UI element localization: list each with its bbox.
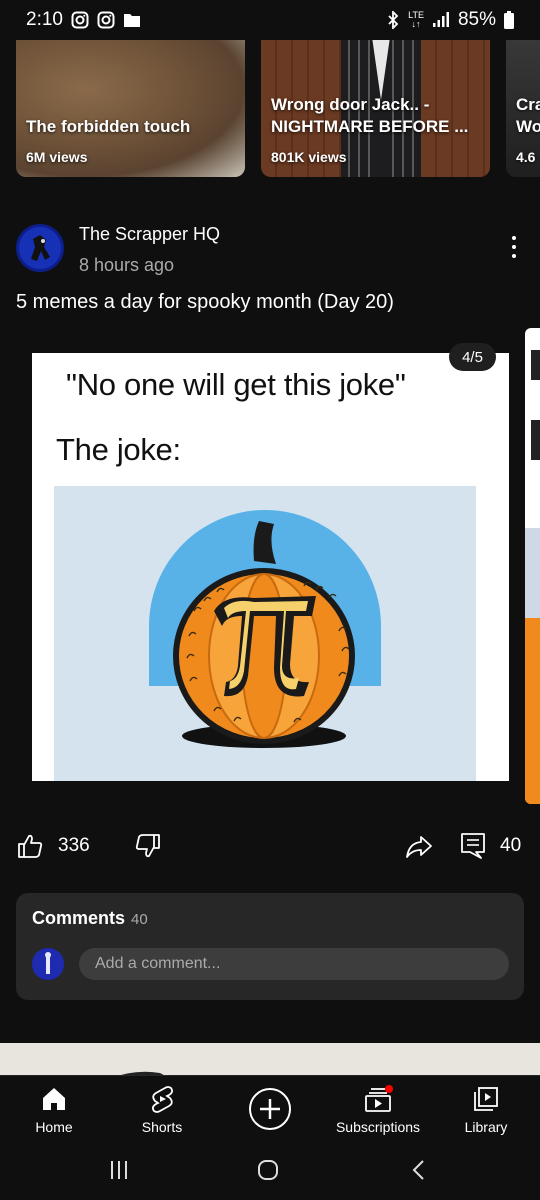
avatar-figure [32,948,64,980]
post-image[interactable]: "No one will get this joke" The joke: [32,353,509,781]
back-icon [412,1160,424,1180]
meme-picture-panel [54,486,476,781]
nav-home[interactable]: Home [10,1076,98,1144]
nav-label: Home [35,1119,73,1135]
meme-caption: "No one will get this joke" [66,367,406,402]
channel-name[interactable]: The Scrapper HQ [79,224,220,245]
preview-fragment [531,350,540,380]
video-views: 6M views [26,149,88,165]
channel-avatar[interactable] [16,224,64,272]
status-right: LTE ↓↑ 85% [386,9,514,31]
video-shelf: The forbidden touch 6M views Wrong door … [0,30,540,178]
status-time: 2:10 [26,9,63,30]
video-card[interactable]: Cra Wo 4.6 [506,30,540,177]
comments-section[interactable]: Comments 40 Add a comment... [16,893,524,1000]
next-image-preview[interactable] [525,328,540,804]
video-title-line: NIGHTMARE BEFORE ... [271,117,469,136]
pi-pumpkin-image [149,510,381,748]
folder-icon [123,12,141,28]
recent-apps-button[interactable] [102,1153,136,1187]
more-options-icon[interactable] [502,232,526,262]
battery-icon [504,11,514,29]
preview-fragment [531,420,540,460]
library-icon [474,1087,498,1111]
image-counter: 4/5 [449,343,496,371]
home-system-button[interactable] [251,1153,285,1187]
nav-label: Subscriptions [335,1119,421,1135]
comment-count: 40 [500,835,522,856]
nav-label: Library [464,1119,508,1135]
share-button[interactable] [405,826,433,866]
video-title-line: Wo [516,117,540,136]
bottom-navigation: Home Shorts Subscriptions Library [0,1075,540,1143]
thumbs-up-icon [18,834,43,858]
video-views: 801K views [271,149,347,165]
home-icon [43,1088,65,1110]
post-text: 5 memes a day for spooky month (Day 20) [16,291,394,313]
video-card[interactable]: The forbidden touch 6M views [16,30,245,177]
post-actions: 336 40 [16,826,526,866]
status-left: 2:10 [26,9,141,31]
comment-icon [461,833,485,859]
video-title: Wrong door Jack.. - NIGHTMARE BEFORE ... [271,94,468,138]
post-header: The Scrapper HQ 8 hours ago [16,222,526,282]
comments-header: Comments 40 [32,908,148,929]
add-comment-input[interactable]: Add a comment... [79,948,509,980]
bluetooth-icon [386,11,400,29]
nav-subscriptions[interactable]: Subscriptions [328,1076,428,1144]
video-title: Cra Wo [516,94,540,138]
home-circle-icon [258,1160,278,1180]
share-icon [406,836,432,858]
data-arrows-icon: ↓↑ [411,19,421,29]
nav-label: Shorts [141,1119,183,1135]
preview-fragment [525,528,540,618]
post-time: 8 hours ago [79,255,175,275]
back-button[interactable] [402,1153,436,1187]
nav-library[interactable]: Library [442,1076,530,1144]
video-title-line: Cra [516,95,540,114]
nav-create[interactable] [226,1076,314,1144]
comments-title: Comments [32,908,126,928]
status-bar: 2:10 LTE ↓↑ 85% [0,0,540,40]
subscriptions-icon [365,1085,393,1112]
shorts-icon [151,1086,174,1113]
recent-apps-icon [111,1161,127,1179]
thumbs-down-icon [135,834,160,858]
dislike-button[interactable] [134,826,162,866]
video-title: The forbidden touch [26,117,191,136]
character-silhouette [19,227,61,269]
instagram-icon [97,11,115,29]
comments-count: 40 [131,911,148,928]
preview-fragment [525,618,540,804]
instagram-icon [71,11,89,29]
user-avatar [32,948,64,980]
network-indicator: LTE ↓↑ [408,11,424,29]
meme-subcaption: The joke: [56,432,181,467]
comments-button[interactable]: 40 [460,826,521,866]
video-card[interactable]: Wrong door Jack.. - NIGHTMARE BEFORE ...… [261,30,490,177]
like-count: 336 [58,835,90,856]
notification-dot [385,1085,393,1093]
create-icon [249,1088,291,1130]
nav-shorts[interactable]: Shorts [118,1076,206,1144]
battery-percent: 85% [457,9,496,30]
video-title-line: Wrong door Jack.. - [271,95,430,114]
system-navigation-bar [0,1143,540,1200]
video-views: 4.6 [516,149,536,165]
signal-icon [432,12,450,28]
like-button[interactable]: 336 [16,826,90,866]
